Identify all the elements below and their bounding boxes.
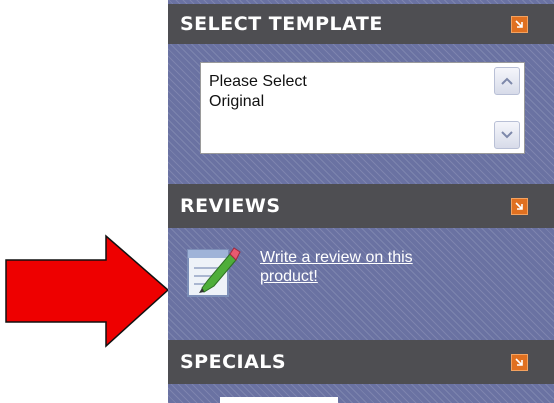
reviews-title: REVIEWS xyxy=(180,195,281,217)
select-template-header: SELECT TEMPLATE xyxy=(168,4,554,44)
specials-header: SPECIALS xyxy=(168,340,554,384)
template-option-original[interactable]: Original xyxy=(209,93,264,111)
collapse-arrow-icon xyxy=(515,357,523,366)
specials-collapse-button[interactable] xyxy=(511,353,528,371)
red-pointer-arrow xyxy=(5,234,170,348)
reviews-collapse-button[interactable] xyxy=(511,197,528,215)
write-review-icon[interactable] xyxy=(180,236,242,300)
reviews-header: REVIEWS xyxy=(168,184,554,228)
collapse-arrow-icon xyxy=(515,19,523,28)
scroll-down-icon xyxy=(501,131,513,139)
write-review-link-line1[interactable]: Write a review on this xyxy=(260,249,413,266)
select-template-collapse-button[interactable] xyxy=(511,15,528,33)
write-review-link-line2[interactable]: product! xyxy=(260,268,318,285)
template-option-please-select[interactable]: Please Select xyxy=(209,73,307,91)
collapse-arrow-icon xyxy=(515,201,523,210)
specials-title: SPECIALS xyxy=(180,351,287,373)
sidebar: SELECT TEMPLATE Please Select Original R… xyxy=(168,0,554,403)
scroll-up-icon xyxy=(501,77,513,85)
scroll-up-button[interactable] xyxy=(494,67,520,95)
select-template-title: SELECT TEMPLATE xyxy=(180,13,383,35)
template-listbox[interactable]: Please Select Original xyxy=(200,62,525,154)
specials-content-edge xyxy=(220,397,338,403)
scroll-down-button[interactable] xyxy=(494,121,520,149)
write-review-link[interactable]: Write a review on this product! xyxy=(260,248,510,286)
listbox-scrollbar[interactable] xyxy=(494,67,520,149)
